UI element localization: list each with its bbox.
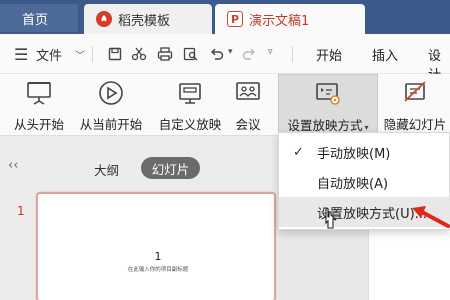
undo-dropdown-icon[interactable]: ▾ bbox=[228, 47, 233, 57]
slides-pane: ‹‹ 大纲 幻灯片 1 1 在此输入你的项目副标题 bbox=[0, 136, 278, 300]
redo-icon[interactable] bbox=[238, 43, 260, 65]
view-slides-tab[interactable]: 幻灯片 bbox=[141, 157, 200, 179]
divider bbox=[292, 46, 293, 62]
tab-docer-label: 稻壳模板 bbox=[118, 13, 171, 29]
ribbon-button-label: 从当前开始 bbox=[79, 117, 143, 132]
print-preview-icon[interactable] bbox=[180, 43, 202, 65]
print-icon[interactable] bbox=[154, 43, 176, 65]
menu-tab-start[interactable]: 开始 bbox=[316, 45, 342, 64]
ribbon-slideshow-settings-button[interactable]: 设置放映方式 ▾ bbox=[278, 74, 378, 136]
play-circle-icon bbox=[96, 78, 126, 108]
ribbon-button-label: 自定义放映 bbox=[158, 117, 222, 132]
ribbon-hide-slide-button[interactable]: 隐藏幻灯片 bbox=[382, 74, 448, 136]
thumbnail-title: 1 bbox=[154, 250, 162, 263]
tab-home-label: 首页 bbox=[22, 12, 49, 28]
save-icon[interactable] bbox=[104, 43, 126, 65]
view-outline-tab[interactable]: 大纲 bbox=[94, 160, 119, 179]
tab-presentation-label: 演示文稿1 bbox=[249, 13, 310, 29]
slide-thumbnail[interactable]: 1 在此输入你的项目副标题 bbox=[36, 192, 276, 300]
tab-docer-templates[interactable]: 稻壳模板 bbox=[84, 4, 212, 34]
checkmark-icon: ✓ bbox=[293, 144, 304, 160]
docer-logo-icon bbox=[96, 11, 112, 27]
mouse-pointer-icon bbox=[325, 208, 337, 229]
meeting-icon bbox=[233, 78, 263, 108]
menu-item-manual-show[interactable]: ✓ 手动放映(M) bbox=[279, 137, 450, 167]
menu-tab-insert[interactable]: 插入 bbox=[372, 45, 398, 64]
hide-slide-icon bbox=[400, 78, 430, 108]
slideshow-ribbon: 从头开始 从当前开始 自定义放映 会议 设置放映方式 ▾ 隐藏幻灯片 bbox=[0, 74, 450, 136]
window-tab-bar: 首页 稻壳模板 P 演示文稿1 bbox=[0, 0, 450, 34]
chevron-down-icon: ▾ bbox=[364, 123, 369, 132]
double-chevron-left-icon[interactable]: ‹‹ bbox=[8, 158, 18, 173]
cut-icon[interactable] bbox=[128, 43, 150, 65]
custom-slideshow-icon bbox=[175, 78, 205, 108]
ribbon-from-current-button[interactable]: 从当前开始 bbox=[76, 74, 146, 136]
ribbon-from-beginning-button[interactable]: 从头开始 bbox=[10, 74, 68, 136]
undo-icon[interactable] bbox=[206, 43, 228, 65]
menu-item-auto-show[interactable]: 自动放映(A) bbox=[279, 167, 450, 197]
tab-home[interactable]: 首页 bbox=[0, 4, 78, 32]
slide-number: 1 bbox=[17, 204, 25, 218]
slideshow-settings-icon bbox=[313, 79, 343, 109]
ribbon-button-label: 隐藏幻灯片 bbox=[383, 117, 447, 132]
presentation-screen-icon bbox=[24, 78, 54, 108]
ribbon-custom-show-button[interactable]: 自定义放映 bbox=[154, 74, 226, 136]
file-menu[interactable]: 文件 bbox=[36, 45, 62, 64]
chevron-down-icon[interactable]: ﹀ bbox=[75, 47, 85, 62]
ribbon-meeting-button[interactable]: 会议 bbox=[230, 74, 266, 136]
menu-item-label: 手动放映(M) bbox=[317, 146, 391, 162]
thumbnail-subtitle: 在此输入你的项目副标题 bbox=[127, 267, 189, 273]
customize-toolbar-icon[interactable]: ▿ bbox=[268, 47, 273, 57]
ribbon-button-label: 从头开始 bbox=[13, 117, 64, 132]
tab-presentation[interactable]: P 演示文稿1 bbox=[215, 4, 365, 34]
ribbon-button-label: 会议 bbox=[235, 117, 261, 132]
menu-item-label: 自动放映(A) bbox=[317, 176, 389, 192]
menu-bar: ☰ 文件 ﹀ ▾ ▿ 开始 插入 设计 bbox=[0, 34, 450, 83]
presentation-file-icon: P bbox=[227, 11, 243, 27]
hamburger-icon[interactable]: ☰ bbox=[14, 45, 28, 64]
annotation-arrow-icon bbox=[412, 206, 450, 228]
divider bbox=[92, 46, 93, 62]
